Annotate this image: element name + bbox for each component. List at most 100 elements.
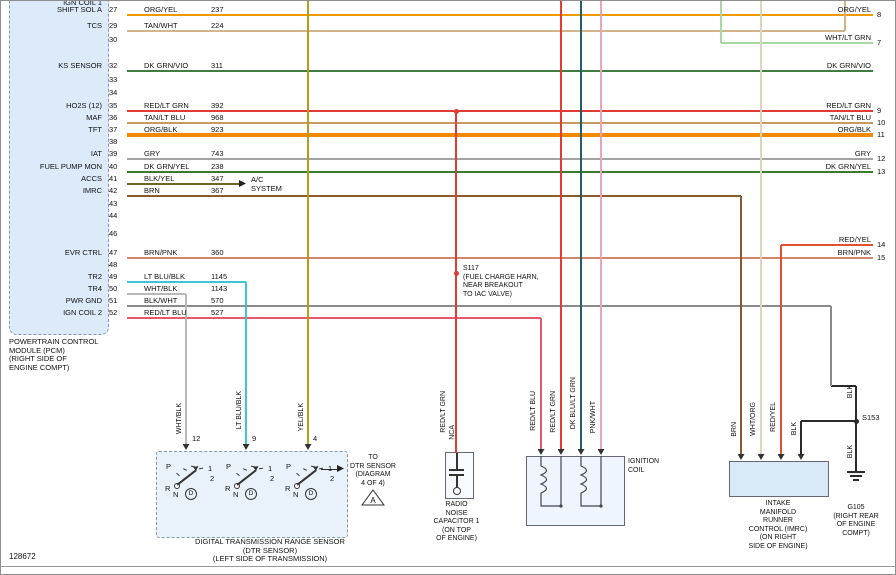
pcm-pin-number-49: 49 xyxy=(109,272,117,281)
right-edge-pin-number: 7 xyxy=(877,38,881,47)
circuit-number-label: 1143 xyxy=(211,284,227,293)
circuit-number-label: 367 xyxy=(211,186,224,195)
right-edge-wire-label: BRN/PNK xyxy=(773,248,871,257)
circuit-number-label: 237 xyxy=(211,5,224,14)
pcm-pin-number-37: 37 xyxy=(109,125,117,134)
pcm-pin-number-41: 41 xyxy=(109,174,117,183)
splice-s153-dot xyxy=(854,419,859,424)
circuit-number-label: 923 xyxy=(211,125,224,134)
caption-line: (FUEL CHARGE HARN, xyxy=(463,274,539,283)
circuit-number-label: 224 xyxy=(211,21,224,30)
dtr-ref-triangle-symbol: A xyxy=(361,489,385,507)
dtr-switch-position-n: N xyxy=(293,490,298,499)
right-edge-wire-label: RED/YEL xyxy=(773,235,871,244)
pcm-pin-number-44: 44 xyxy=(109,211,117,220)
wire-v-red_lt_grn xyxy=(560,1,562,450)
dtr-switch-position-n: N xyxy=(233,490,238,499)
right-edge-pin-number: 12 xyxy=(877,154,885,163)
capacitor-terminal xyxy=(453,487,461,495)
caption-line: OF ENGINE xyxy=(825,521,887,530)
dtr-switch-detent-tick xyxy=(296,473,300,476)
dtr-pin-number: 9 xyxy=(252,434,256,443)
ac-system-arrow xyxy=(239,180,246,187)
wire-color-vertical-label: RED/YEL xyxy=(769,402,778,432)
dtr-switch-position-2: 2 xyxy=(270,474,274,483)
ignition-coil-windings xyxy=(526,456,623,524)
wire-v-red_yel xyxy=(780,245,782,455)
wire-color-label: ORG/BLK xyxy=(144,125,177,134)
pcm-pin-number-33: 33 xyxy=(109,75,117,84)
ac-system-note: A/C SYSTEM xyxy=(251,176,282,193)
pcm-pin-number-51: 51 xyxy=(109,296,117,305)
wire-color-label: LT BLU/BLK xyxy=(144,272,185,281)
wire-v-red_lt_blu xyxy=(540,318,542,450)
right-edge-pin-number: 14 xyxy=(877,240,885,249)
pcm-label: FUEL PUMP MON xyxy=(5,162,102,171)
wire-v-wht_lt_grn xyxy=(720,1,722,43)
ignition-coil-label: IGNITION COIL xyxy=(628,458,659,475)
wire-color-vertical-label: RED/LT GRN xyxy=(549,391,558,433)
pcm-label: IAT xyxy=(5,149,102,158)
wire-color-vertical-label: BLK xyxy=(846,385,855,398)
dtr-switch-position-1: 1 xyxy=(268,464,272,473)
pcm-pin-number-47: 47 xyxy=(109,248,117,257)
pcm-pin-number-42: 42 xyxy=(109,186,117,195)
wire-color-vertical-label: NCA xyxy=(448,425,457,440)
circuit-number-label: 311 xyxy=(211,61,223,70)
caption-line: NOISE xyxy=(429,510,484,519)
wire-arrowhead-down xyxy=(778,454,785,460)
dtr-switch-detent-tick xyxy=(243,468,247,471)
right-edge-pin-number: 13 xyxy=(877,167,885,176)
pcm-label: TR2 xyxy=(5,272,102,281)
wire-h-brn xyxy=(127,195,741,197)
wire-color-vertical-label: YEL/BLK xyxy=(297,403,306,431)
circuit-number-label: 347 xyxy=(211,174,224,183)
imrc-caption: INTAKE MANIFOLD RUNNER CONTROL (IMRC) (O… xyxy=(734,500,822,552)
wire-color-vertical-label: BLK xyxy=(790,422,799,435)
pcm-pin-number-50: 50 xyxy=(109,284,117,293)
imrc-box xyxy=(729,461,829,497)
wire-h-blk xyxy=(801,420,856,422)
wire-color-label: TAN/WHT xyxy=(144,21,178,30)
wire-v-yel_blk xyxy=(307,1,309,444)
wire-color-vertical-label: RED/LT BLU xyxy=(529,391,538,431)
wire-color-label: BLK/YEL xyxy=(144,174,174,183)
wire-h-blk_wht xyxy=(127,305,831,307)
splice-s117-dot xyxy=(454,271,459,276)
wire-color-label: ORG/YEL xyxy=(144,5,177,14)
wire-color-label: BRN xyxy=(144,186,160,195)
dtr-switch-detent-tick xyxy=(303,468,307,471)
circuit-number-label: 360 xyxy=(211,248,224,257)
pcm-pin-number-38: 38 xyxy=(109,137,117,146)
wire-v-pnk_wht xyxy=(600,1,602,450)
wire-v-lt_blu_blk xyxy=(245,282,247,444)
caption-line: NEAR BREAKOUT xyxy=(463,282,539,291)
dtr-switch: P12RND xyxy=(284,457,340,505)
wire-arrowhead-down xyxy=(183,444,190,450)
caption-line: OF ENGINE) xyxy=(429,535,484,544)
wire-color-label: WHT/BLK xyxy=(144,284,177,293)
dtr-switch-position-1: 1 xyxy=(208,464,212,473)
wire-color-vertical-label: WHT/BLK xyxy=(175,403,184,434)
caption-line: TO IAC VALVE) xyxy=(463,291,539,300)
right-edge-wire-label: WHT/LT GRN xyxy=(773,33,871,42)
pcm-caption: POWERTRAIN CONTROL MODULE (PCM) (RIGHT S… xyxy=(9,338,98,372)
dtr-switch-position-p: P xyxy=(286,462,291,471)
circuit-number-label: 238 xyxy=(211,162,224,171)
right-edge-wire-label: ORG/YEL xyxy=(773,5,871,14)
pcm-pin-number-29: 29 xyxy=(109,21,117,30)
caption-line: RADIO xyxy=(429,501,484,510)
caption-line: CONTROL (IMRC) xyxy=(734,526,822,535)
pcm-label: HO2S (12) xyxy=(5,101,102,110)
wire-color-vertical-label: RED/LT GRN xyxy=(439,391,448,433)
caption-line: G105 xyxy=(825,504,887,513)
pcm-pin-number-35: 35 xyxy=(109,101,117,110)
dtr-switch-position-1: 1 xyxy=(328,464,332,473)
wire-v-blk xyxy=(855,386,857,471)
dtr-switch-arm xyxy=(177,469,197,485)
dtr-switch-position-r: R xyxy=(225,484,230,493)
dtr-pin-number: 4 xyxy=(313,434,317,443)
right-edge-wire-label: RED/LT GRN xyxy=(773,101,871,110)
pcm-label: MAF xyxy=(5,113,102,122)
wire-v-blk xyxy=(800,421,802,455)
